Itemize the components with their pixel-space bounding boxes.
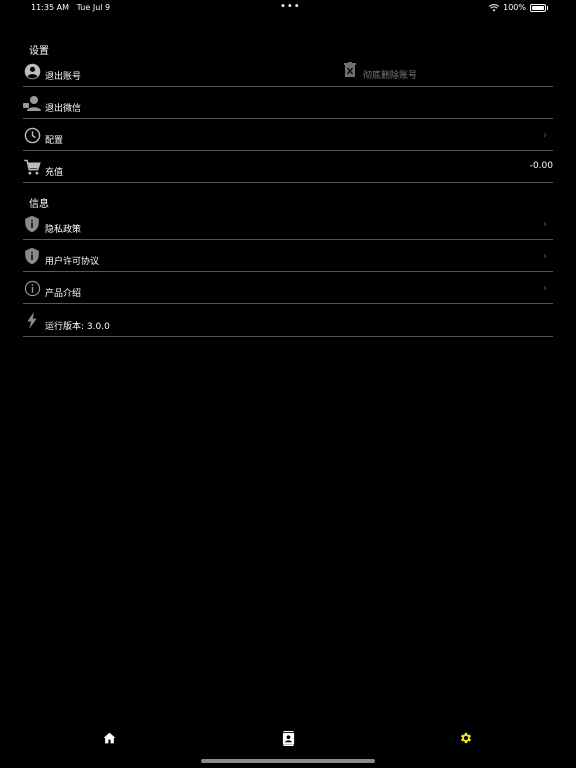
account-circle-icon bbox=[23, 62, 41, 80]
logout-wechat-row[interactable]: 退出微信 bbox=[23, 94, 553, 119]
delete-account-label: 彻底删除账号 bbox=[363, 71, 418, 81]
tab-bar bbox=[0, 724, 576, 754]
chevron-right-icon: › bbox=[543, 251, 547, 262]
contact-card-icon bbox=[282, 730, 294, 746]
lightning-icon bbox=[23, 311, 41, 329]
wifi-icon bbox=[489, 3, 500, 11]
privacy-label: 隐私政策 bbox=[45, 225, 82, 235]
clock-icon bbox=[23, 126, 41, 144]
logout-wechat-label: 退出微信 bbox=[45, 104, 82, 114]
product-intro-row[interactable]: 产品介绍 › bbox=[23, 279, 553, 304]
info-section-title: 信息 bbox=[29, 199, 49, 210]
settings-section-title: 设置 bbox=[29, 46, 49, 57]
info-circle-icon bbox=[23, 279, 41, 297]
logout-row[interactable]: 退出账号 彻底删除账号 bbox=[23, 62, 553, 87]
multitask-dots[interactable]: ••• bbox=[280, 1, 301, 12]
cart-icon bbox=[23, 158, 41, 176]
recharge-label: 充值 bbox=[45, 168, 64, 178]
config-row[interactable]: 配置 › bbox=[23, 126, 553, 151]
product-intro-label: 产品介绍 bbox=[45, 289, 82, 299]
status-time: 11:35 AM Tue Jul 9 bbox=[31, 3, 111, 12]
shield-info-icon bbox=[23, 247, 41, 265]
delete-icon bbox=[343, 62, 357, 82]
battery-icon bbox=[530, 3, 548, 12]
recharge-row[interactable]: 充值 -0.00 bbox=[23, 158, 553, 183]
chevron-right-icon: › bbox=[543, 219, 547, 230]
battery-percent: 100% bbox=[503, 3, 526, 12]
status-right: 100% bbox=[489, 3, 548, 12]
version-row: 运行版本: 3.0.0 bbox=[23, 311, 553, 337]
version-label: 运行版本: 3.0.0 bbox=[45, 322, 110, 332]
chevron-right-icon: › bbox=[543, 130, 547, 141]
home-indicator[interactable] bbox=[201, 759, 375, 763]
delete-account-button[interactable]: 彻底删除账号 bbox=[343, 62, 417, 86]
gear-icon bbox=[460, 732, 472, 744]
tab-home[interactable] bbox=[99, 728, 119, 748]
privacy-row[interactable]: 隐私政策 › bbox=[23, 215, 553, 240]
tab-settings[interactable] bbox=[456, 728, 476, 748]
tab-contacts[interactable] bbox=[278, 728, 298, 748]
home-icon bbox=[103, 732, 115, 744]
user-agreement-row[interactable]: 用户许可协议 › bbox=[23, 247, 553, 272]
config-label: 配置 bbox=[45, 136, 64, 146]
recharge-value: -0.00 bbox=[529, 161, 553, 171]
logout-label: 退出账号 bbox=[45, 72, 82, 82]
status-date: Tue Jul 9 bbox=[76, 3, 111, 12]
chevron-right-icon: › bbox=[543, 283, 547, 294]
status-bar: 11:35 AM Tue Jul 9 ••• 100% bbox=[0, 0, 576, 16]
wechat-user-icon bbox=[23, 94, 41, 112]
user-agreement-label: 用户许可协议 bbox=[45, 257, 100, 267]
shield-info-icon bbox=[23, 215, 41, 233]
